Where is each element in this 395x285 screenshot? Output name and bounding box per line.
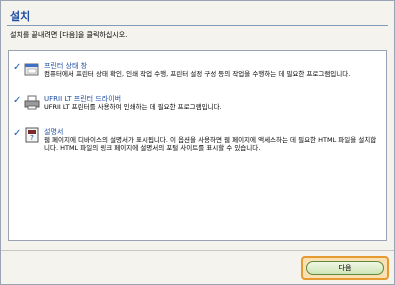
next-button-focus-ring: 다음 (301, 256, 389, 280)
list-item-printer-driver: ✓ UFRII LT 프린터 드라이버 UFRII LT 프린터를 사용하여 인… (13, 94, 383, 124)
printer-icon (24, 94, 40, 110)
installed-items-panel: ✓ 프린터 상태 창 컴퓨터에서 프린터 상태 확인, 인쇄 작업 수행, 프린… (8, 50, 387, 241)
manual-icon: ? (24, 127, 40, 143)
instruction-text: 설치를 끝내려면 [다음]을 클릭하십시오. (10, 31, 128, 39)
item-description: 웹 페이지에 디바이스의 설명서가 표시됩니다. 이 옵션을 사용하면 웹 페이… (44, 136, 377, 152)
list-item-manual: ✓ ? 설명서 웹 페이지에 디바이스의 설명서가 표시됩니다. 이 옵션을 사… (13, 127, 383, 157)
check-icon: ✓ (13, 62, 22, 73)
item-description: UFRII LT 프린터를 사용하여 인쇄하는 데 필요한 프로그램입니다. (44, 103, 222, 111)
installer-window: 설치 설치를 끝내려면 [다음]을 클릭하십시오. ✓ 프린터 상태 창 컴퓨터… (0, 0, 395, 285)
check-icon: ✓ (13, 128, 22, 139)
check-icon: ✓ (13, 95, 22, 106)
footer-divider (1, 250, 394, 251)
title-divider (7, 25, 388, 26)
page-title: 설치 (10, 10, 31, 23)
list-item-status-window: ✓ 프린터 상태 창 컴퓨터에서 프린터 상태 확인, 인쇄 작업 수행, 프린… (13, 61, 383, 91)
status-window-icon (24, 61, 40, 77)
svg-text:?: ? (30, 134, 34, 142)
item-description: 컴퓨터에서 프린터 상태 확인, 인쇄 작업 수행, 프린터 설정 구성 등의 … (44, 70, 351, 78)
next-button[interactable]: 다음 (306, 261, 384, 275)
